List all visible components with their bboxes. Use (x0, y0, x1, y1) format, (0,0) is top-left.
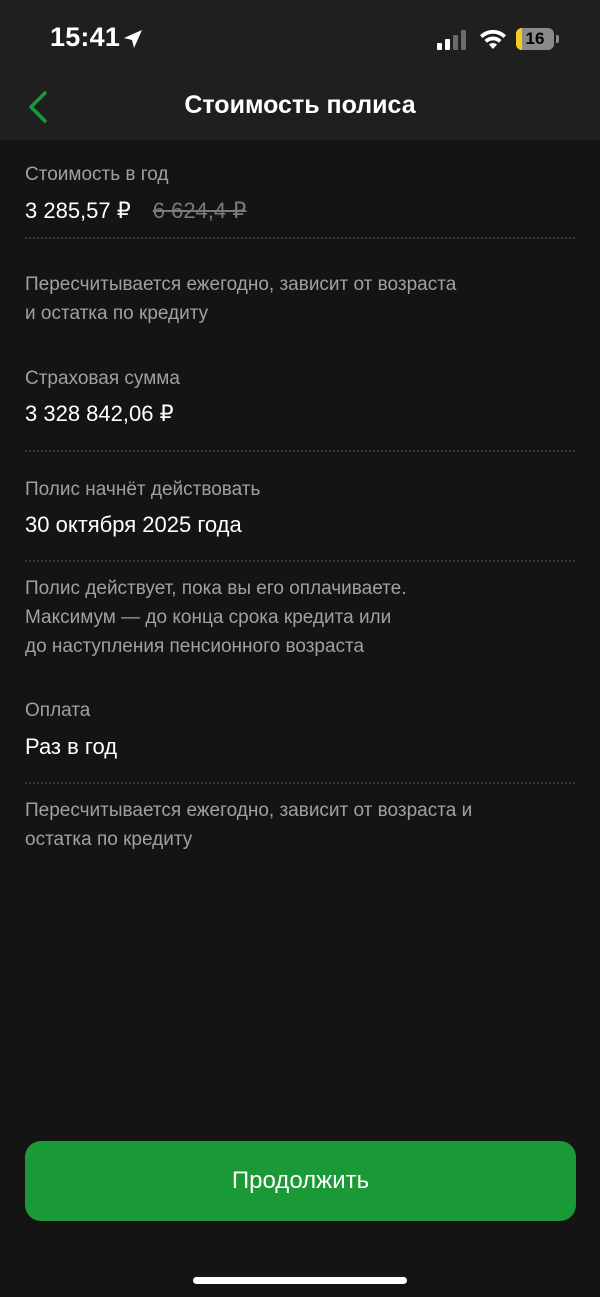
app-screen: 15:41 16 Стоимость полиса Стоимость в го… (0, 0, 600, 1297)
payment-note-line: остатка по кредиту (25, 829, 193, 850)
annual-cost-note-line: Пересчитывается ежегодно, зависит от воз… (25, 274, 457, 295)
battery-percent: 16 (525, 29, 545, 48)
cellular-signal-icon (437, 30, 466, 50)
annual-cost-row: 3 285,57 ₽ 6 624,4 ₽ (25, 198, 246, 224)
annual-cost-price: 3 285,57 ₽ (25, 198, 131, 223)
annual-cost-note: Пересчитывается ежегодно, зависит от воз… (25, 270, 456, 328)
divider (25, 782, 575, 784)
location-arrow-icon (124, 30, 142, 48)
divider (25, 450, 575, 452)
annual-cost-label: Стоимость в год (25, 164, 169, 185)
payment-value: Раз в год (25, 734, 118, 759)
payment-label: Оплата (25, 700, 91, 721)
annual-cost-old-price: 6 624,4 ₽ (152, 198, 247, 223)
payment-note-line: Пересчитывается ежегодно, зависит от воз… (25, 800, 473, 821)
insured-sum-label: Страховая сумма (25, 368, 180, 389)
status-bar: 15:41 16 (0, 0, 600, 72)
policy-start-note-line: Полис действует, пока вы его оплачиваете… (25, 578, 407, 599)
divider (25, 237, 575, 239)
policy-start-note-line: до наступления пенсионного возраста (25, 636, 365, 657)
annual-cost-note-line: и остатка по кредиту (25, 303, 209, 324)
payment-note: Пересчитывается ежегодно, зависит от воз… (25, 796, 472, 854)
insured-sum-value: 3 328 842,06 ₽ (25, 401, 174, 426)
nav-bar: Стоимость полиса (0, 72, 600, 140)
continue-button[interactable]: Продолжить (25, 1141, 576, 1221)
battery-icon: 16 (516, 28, 560, 52)
divider (25, 560, 575, 562)
page-title: Стоимость полиса (184, 91, 416, 119)
policy-start-note-line: Максимум — до конца срока кредита или (25, 607, 392, 628)
status-time: 15:41 (50, 22, 121, 52)
policy-start-label: Полис начнёт действовать (25, 479, 261, 500)
policy-start-note: Полис действует, пока вы его оплачиваете… (25, 574, 407, 661)
wifi-icon (480, 29, 506, 49)
policy-start-value: 30 октября 2025 года (25, 512, 242, 537)
home-indicator[interactable] (193, 1277, 407, 1284)
